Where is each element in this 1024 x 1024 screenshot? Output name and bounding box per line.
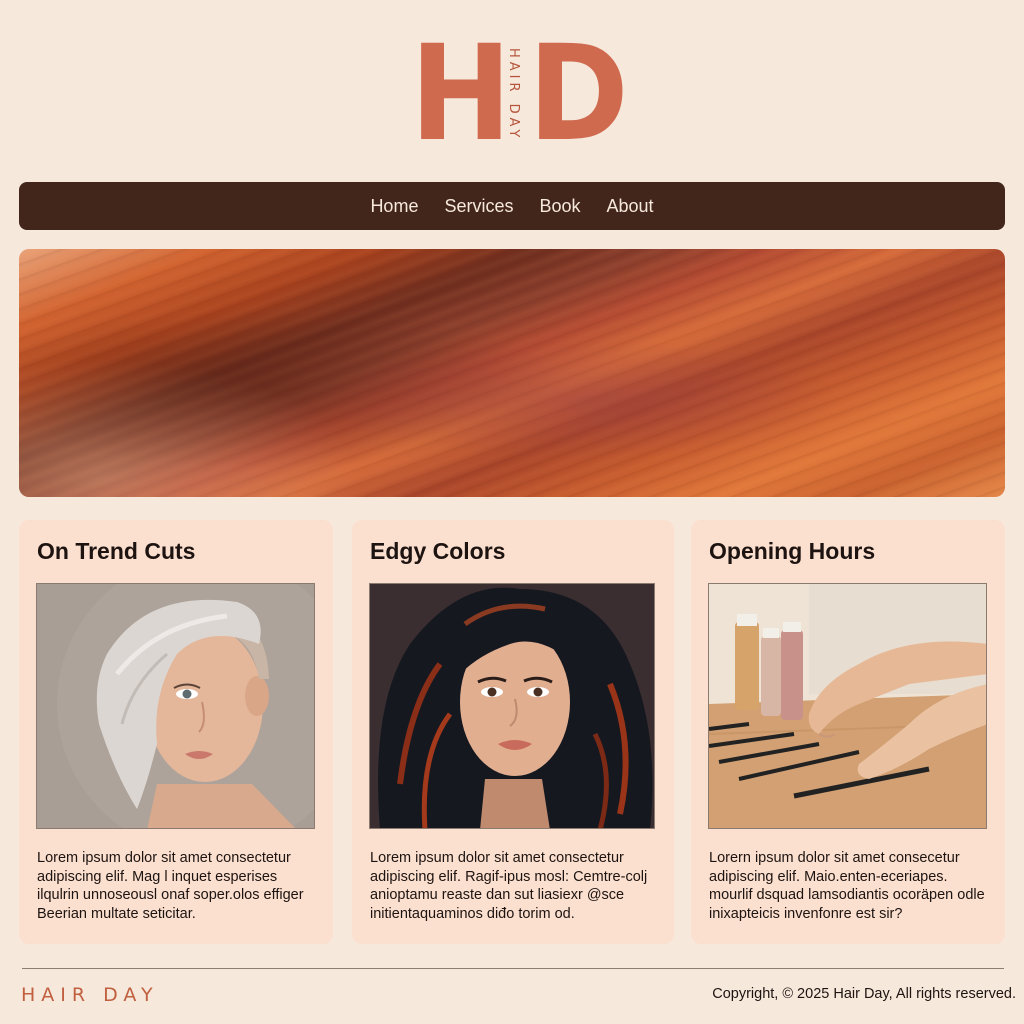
hero-banner-image — [19, 249, 1005, 497]
logo-letter-d: D — [528, 17, 629, 171]
card-text: Lorem ipsum dolor sit amet consectetur a… — [37, 850, 304, 922]
card-text: Lorern ipsum dolor sit amet consecetur a… — [709, 850, 985, 922]
card-photo-salon-tools — [708, 583, 987, 829]
logo-letter-h: H — [410, 17, 512, 171]
card-title: On Trend Cuts — [37, 538, 196, 564]
portrait-undercut-image — [37, 584, 314, 828]
nav-book[interactable]: Book — [539, 196, 580, 217]
card-title: Edgy Colors — [370, 538, 506, 564]
logo-vertical-text: HAIR DAY — [506, 48, 521, 142]
card-on-trend-cuts: On Trend Cuts Lorem ipsum dolor sit amet… — [19, 520, 333, 944]
card-photo-platinum-cut — [36, 583, 315, 829]
card-photo-edgy-colors — [369, 583, 655, 829]
footer-brand[interactable]: HAIR DAY — [21, 984, 159, 1006]
site-logo[interactable]: H HAIR DAY D — [410, 28, 629, 160]
portrait-dark-hair-image — [370, 584, 654, 828]
hands-tools-image — [709, 584, 986, 828]
nav-home[interactable]: Home — [370, 196, 418, 217]
footer-divider — [22, 968, 1004, 969]
nav-services[interactable]: Services — [444, 196, 513, 217]
nav-about[interactable]: About — [607, 196, 654, 217]
card-title: Opening Hours — [709, 538, 876, 564]
footer-copyright: Copyright, © 2025 Hair Day, All rights r… — [712, 986, 1016, 1002]
card-edgy-colors: Edgy Colors Lorem ipsum dolor sit amet c… — [352, 520, 674, 944]
main-nav: Home Services Book About — [19, 182, 1005, 230]
card-text: Lorem ipsum dolor sit amet consectetur a… — [370, 850, 648, 922]
card-opening-hours: Opening Hours Lorern ipsum dolor sit ame… — [691, 520, 1005, 944]
